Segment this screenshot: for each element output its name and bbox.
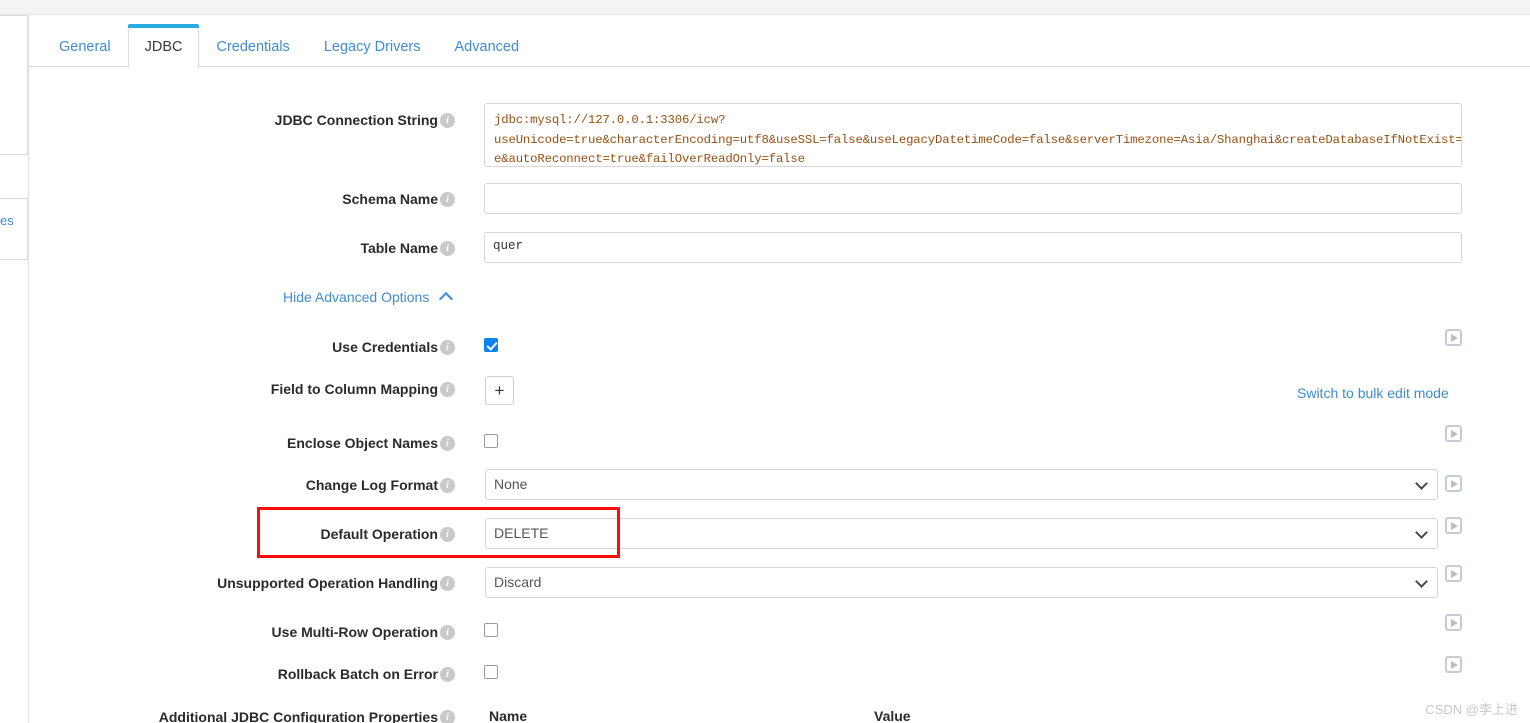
column-header-value: Value [874,708,911,723]
info-icon-enclose-object-names[interactable]: i [440,436,455,451]
expand-icon-use-credentials[interactable] [1445,329,1462,346]
info-icon-change-log-format[interactable]: i [440,478,455,493]
switch-to-bulk-edit-mode-link[interactable]: Switch to bulk edit mode [1297,385,1449,401]
chevron-down-icon [1417,479,1427,489]
chevron-down-icon [1417,577,1427,587]
row-use-multi-row-operation: Use Multi-Row Operation i [0,621,1530,651]
info-icon-additional-jdbc-configuration-properties[interactable]: i [440,710,455,723]
info-icon-table-name[interactable]: i [440,241,455,256]
change-log-format-select[interactable]: None [485,469,1438,500]
label-unsupported-operation-handling: Unsupported Operation Handling [217,575,438,591]
label-change-log-format: Change Log Format [305,477,438,493]
expand-icon-rollback-batch-on-error[interactable] [1445,656,1462,673]
label-table-name: Table Name [360,240,438,256]
watermark: CSDN @李上进 [1425,702,1518,717]
use-multi-row-operation-checkbox[interactable] [484,623,498,637]
info-icon-field-to-column-mapping[interactable]: i [440,382,455,397]
expand-icon-change-log-format[interactable] [1445,475,1462,492]
expand-icon-unsupported-operation-handling[interactable] [1445,565,1462,582]
expand-icon-default-operation[interactable] [1445,517,1462,534]
tab-bar: General JDBC Credentials Legacy Drivers … [29,16,1530,68]
enclose-object-names-checkbox[interactable] [484,434,498,448]
info-icon-jdbc-connection-string[interactable]: i [440,113,455,128]
row-enclose-object-names: Enclose Object Names i [0,432,1530,462]
default-operation-select[interactable]: DELETE [485,518,1438,549]
tab-advanced[interactable]: Advanced [438,29,537,67]
tab-general[interactable]: General [42,29,128,67]
row-rollback-batch-on-error: Rollback Batch on Error i [0,663,1530,693]
jdbc-config-screen: es General JDBC Credentials Legacy Drive… [0,0,1530,723]
label-schema-name: Schema Name [342,191,438,207]
row-use-credentials: Use Credentials i [0,336,1530,366]
info-icon-rollback-batch-on-error[interactable]: i [440,667,455,682]
label-enclose-object-names: Enclose Object Names [287,435,438,451]
info-icon-schema-name[interactable]: i [440,192,455,207]
chevron-down-icon [1417,528,1427,538]
jdbc-connection-string-input[interactable]: jdbc:mysql://127.0.0.1:3306/icw? useUnic… [484,103,1462,167]
info-icon-use-credentials[interactable]: i [440,340,455,355]
unsupported-operation-handling-value: Discard [494,574,542,590]
use-credentials-checkbox[interactable] [484,338,498,352]
chevron-up-icon[interactable] [440,290,453,303]
tab-legacy-drivers[interactable]: Legacy Drivers [307,29,438,67]
rollback-batch-on-error-checkbox[interactable] [484,665,498,679]
add-field-mapping-button[interactable]: + [485,376,514,405]
window-top-strip [0,0,1530,15]
table-name-input[interactable]: quer [484,232,1462,263]
hide-advanced-options-link[interactable]: Hide Advanced Options [283,289,429,305]
info-icon-default-operation[interactable]: i [440,527,455,542]
column-header-name: Name [489,708,528,723]
expand-icon-use-multi-row-operation[interactable] [1445,614,1462,631]
label-field-to-column-mapping: Field to Column Mapping [270,381,438,397]
row-additional-jdbc-configuration-properties: Additional JDBC Configuration Properties… [0,706,1530,723]
label-additional-jdbc-configuration-properties: Additional JDBC Configuration Properties [158,709,438,723]
label-use-credentials: Use Credentials [332,339,438,355]
info-icon-unsupported-operation-handling[interactable]: i [440,576,455,591]
label-default-operation: Default Operation [320,526,438,542]
schema-name-input[interactable] [484,183,1462,214]
label-jdbc-connection-string: JDBC Connection String [274,112,438,128]
default-operation-value: DELETE [494,525,549,541]
label-use-multi-row-operation: Use Multi-Row Operation [271,624,438,640]
info-icon-use-multi-row-operation[interactable]: i [440,625,455,640]
expand-icon-enclose-object-names[interactable] [1445,425,1462,442]
change-log-format-value: None [494,476,528,492]
tab-jdbc[interactable]: JDBC [127,24,200,68]
unsupported-operation-handling-select[interactable]: Discard [485,567,1438,598]
label-rollback-batch-on-error: Rollback Batch on Error [277,666,438,682]
tab-credentials[interactable]: Credentials [199,29,306,67]
